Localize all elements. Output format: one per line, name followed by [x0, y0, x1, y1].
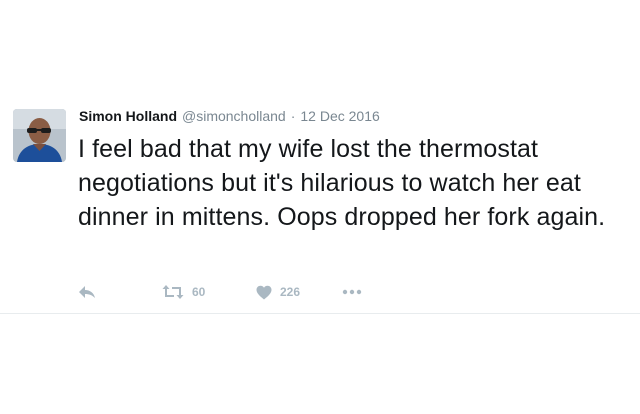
- avatar[interactable]: [13, 109, 66, 162]
- reply-button[interactable]: [78, 280, 96, 304]
- tweet-card: Simon Holland @simoncholland · 12 Dec 20…: [0, 0, 640, 314]
- profile-photo-icon: [13, 109, 66, 162]
- retweet-icon: [162, 285, 184, 299]
- retweet-button[interactable]: 60: [162, 280, 205, 304]
- tweet-actions: 60 226: [78, 280, 398, 304]
- reply-icon: [79, 286, 95, 298]
- like-button[interactable]: 226: [256, 280, 300, 304]
- tweet-date[interactable]: 12 Dec 2016: [300, 108, 379, 124]
- author-name[interactable]: Simon Holland: [79, 108, 177, 124]
- heart-icon: [256, 285, 272, 299]
- retweet-count: 60: [192, 285, 206, 299]
- author-handle[interactable]: @simoncholland: [182, 108, 286, 124]
- separator-dot: ·: [290, 108, 296, 124]
- tweet-header: Simon Holland @simoncholland · 12 Dec 20…: [79, 108, 380, 128]
- tweet-text: I feel bad that my wife lost the thermos…: [78, 135, 606, 231]
- page: Simon Holland @simoncholland · 12 Dec 20…: [0, 0, 640, 414]
- more-button[interactable]: [342, 280, 362, 304]
- like-count: 226: [280, 285, 301, 299]
- more-dots-icon: [342, 289, 362, 295]
